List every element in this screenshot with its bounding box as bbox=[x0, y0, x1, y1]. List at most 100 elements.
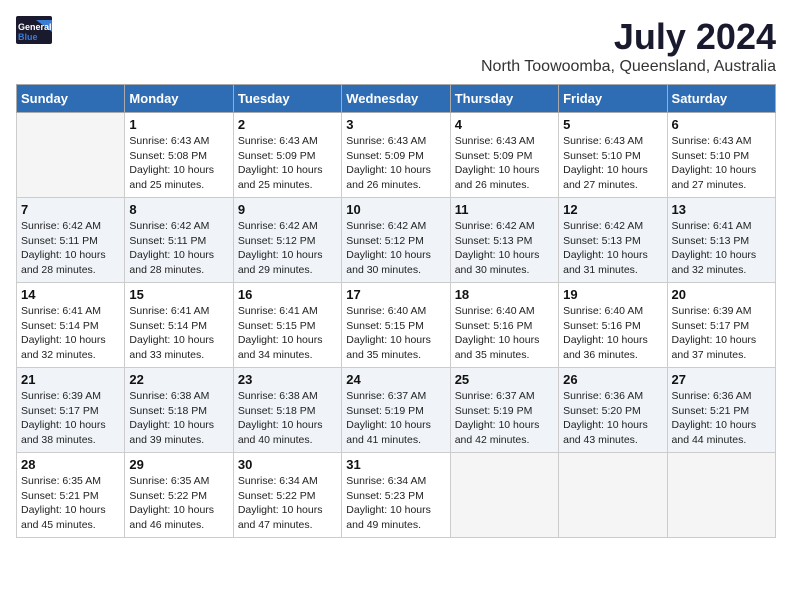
day-info: Sunrise: 6:36 AM Sunset: 5:21 PM Dayligh… bbox=[672, 389, 771, 448]
calendar-cell: 16 Sunrise: 6:41 AM Sunset: 5:15 PM Dayli… bbox=[233, 283, 341, 368]
calendar-week-row: 28 Sunrise: 6:35 AM Sunset: 5:21 PM Dayli… bbox=[17, 453, 776, 538]
day-info: Sunrise: 6:40 AM Sunset: 5:16 PM Dayligh… bbox=[563, 304, 662, 363]
day-number: 1 bbox=[129, 117, 228, 132]
day-number: 24 bbox=[346, 372, 445, 387]
day-number: 22 bbox=[129, 372, 228, 387]
calendar-cell: 8Sunrise: 6:42 AM Sunset: 5:11 PM Daylig… bbox=[125, 198, 233, 283]
day-number: 31 bbox=[346, 457, 445, 472]
calendar-week-row: 1Sunrise: 6:43 AM Sunset: 5:08 PM Daylig… bbox=[17, 113, 776, 198]
day-number: 13 bbox=[672, 202, 771, 217]
day-number: 9 bbox=[238, 202, 337, 217]
day-info: Sunrise: 6:43 AM Sunset: 5:09 PM Dayligh… bbox=[455, 134, 554, 193]
calendar-cell: 11 Sunrise: 6:42 AM Sunset: 5:13 PM Dayli… bbox=[450, 198, 558, 283]
calendar-cell bbox=[667, 453, 775, 538]
day-info: Sunrise: 6:40 AM Sunset: 5:16 PM Dayligh… bbox=[455, 304, 554, 363]
calendar-cell: 23 Sunrise: 6:38 AM Sunset: 5:18 PM Dayli… bbox=[233, 368, 341, 453]
day-info: Sunrise: 6:42 AM Sunset: 5:11 PM Dayligh… bbox=[129, 219, 228, 278]
day-info: Sunrise: 6:43 AM Sunset: 5:09 PM Dayligh… bbox=[238, 134, 337, 193]
day-number: 2 bbox=[238, 117, 337, 132]
day-info: Sunrise: 6:40 AM Sunset: 5:15 PM Dayligh… bbox=[346, 304, 445, 363]
calendar-cell: 10 Sunrise: 6:42 AM Sunset: 5:12 PM Dayli… bbox=[342, 198, 450, 283]
day-info: Sunrise: 6:42 AM Sunset: 5:12 PM Dayligh… bbox=[346, 219, 445, 278]
day-info: Sunrise: 6:34 AM Sunset: 5:23 PM Dayligh… bbox=[346, 474, 445, 533]
calendar-cell: 24Sunrise: 6:37 AM Sunset: 5:19 PM Dayli… bbox=[342, 368, 450, 453]
calendar-cell bbox=[17, 113, 125, 198]
day-number: 16 bbox=[238, 287, 337, 302]
day-info: Sunrise: 6:43 AM Sunset: 5:09 PM Dayligh… bbox=[346, 134, 445, 193]
calendar-cell: 31 Sunrise: 6:34 AM Sunset: 5:23 PM Dayli… bbox=[342, 453, 450, 538]
day-number: 6 bbox=[672, 117, 771, 132]
day-number: 29 bbox=[129, 457, 228, 472]
calendar-cell: 15Sunrise: 6:41 AM Sunset: 5:14 PM Dayli… bbox=[125, 283, 233, 368]
day-number: 21 bbox=[21, 372, 120, 387]
calendar-cell bbox=[559, 453, 667, 538]
day-info: Sunrise: 6:42 AM Sunset: 5:13 PM Dayligh… bbox=[455, 219, 554, 278]
day-of-week-header: Wednesday bbox=[342, 85, 450, 113]
calendar-header-row: SundayMondayTuesdayWednesdayThursdayFrid… bbox=[17, 85, 776, 113]
day-number: 28 bbox=[21, 457, 120, 472]
calendar-cell: 18 Sunrise: 6:40 AM Sunset: 5:16 PM Dayli… bbox=[450, 283, 558, 368]
calendar-cell: 13 Sunrise: 6:41 AM Sunset: 5:13 PM Dayli… bbox=[667, 198, 775, 283]
day-number: 4 bbox=[455, 117, 554, 132]
calendar-cell: 5 Sunrise: 6:43 AM Sunset: 5:10 PM Daylig… bbox=[559, 113, 667, 198]
day-of-week-header: Saturday bbox=[667, 85, 775, 113]
day-number: 11 bbox=[455, 202, 554, 217]
day-info: Sunrise: 6:38 AM Sunset: 5:18 PM Dayligh… bbox=[238, 389, 337, 448]
day-info: Sunrise: 6:43 AM Sunset: 5:10 PM Dayligh… bbox=[672, 134, 771, 193]
svg-text:General: General bbox=[18, 22, 52, 32]
calendar-week-row: 7Sunrise: 6:42 AM Sunset: 5:11 PM Daylig… bbox=[17, 198, 776, 283]
day-number: 25 bbox=[455, 372, 554, 387]
day-number: 18 bbox=[455, 287, 554, 302]
day-info: Sunrise: 6:41 AM Sunset: 5:13 PM Dayligh… bbox=[672, 219, 771, 278]
svg-text:Blue: Blue bbox=[18, 32, 38, 42]
logo-icon: General Blue bbox=[16, 16, 52, 44]
day-info: Sunrise: 6:39 AM Sunset: 5:17 PM Dayligh… bbox=[672, 304, 771, 363]
day-of-week-header: Monday bbox=[125, 85, 233, 113]
month-year-title: July 2024 bbox=[481, 16, 776, 58]
calendar-week-row: 14Sunrise: 6:41 AM Sunset: 5:14 PM Dayli… bbox=[17, 283, 776, 368]
day-of-week-header: Sunday bbox=[17, 85, 125, 113]
calendar-cell: 14Sunrise: 6:41 AM Sunset: 5:14 PM Dayli… bbox=[17, 283, 125, 368]
day-number: 26 bbox=[563, 372, 662, 387]
day-number: 23 bbox=[238, 372, 337, 387]
day-info: Sunrise: 6:35 AM Sunset: 5:21 PM Dayligh… bbox=[21, 474, 120, 533]
day-number: 5 bbox=[563, 117, 662, 132]
day-of-week-header: Tuesday bbox=[233, 85, 341, 113]
day-of-week-header: Thursday bbox=[450, 85, 558, 113]
day-number: 10 bbox=[346, 202, 445, 217]
calendar-cell: 21Sunrise: 6:39 AM Sunset: 5:17 PM Dayli… bbox=[17, 368, 125, 453]
day-number: 12 bbox=[563, 202, 662, 217]
calendar-cell: 6 Sunrise: 6:43 AM Sunset: 5:10 PM Daylig… bbox=[667, 113, 775, 198]
calendar-cell: 4 Sunrise: 6:43 AM Sunset: 5:09 PM Daylig… bbox=[450, 113, 558, 198]
logo: General Blue bbox=[16, 16, 52, 44]
calendar-cell: 17 Sunrise: 6:40 AM Sunset: 5:15 PM Dayli… bbox=[342, 283, 450, 368]
day-info: Sunrise: 6:42 AM Sunset: 5:13 PM Dayligh… bbox=[563, 219, 662, 278]
calendar-cell: 2 Sunrise: 6:43 AM Sunset: 5:09 PM Daylig… bbox=[233, 113, 341, 198]
calendar-cell: 7Sunrise: 6:42 AM Sunset: 5:11 PM Daylig… bbox=[17, 198, 125, 283]
day-number: 19 bbox=[563, 287, 662, 302]
day-info: Sunrise: 6:43 AM Sunset: 5:10 PM Dayligh… bbox=[563, 134, 662, 193]
calendar-cell: 22 Sunrise: 6:38 AM Sunset: 5:18 PM Dayli… bbox=[125, 368, 233, 453]
calendar-week-row: 21Sunrise: 6:39 AM Sunset: 5:17 PM Dayli… bbox=[17, 368, 776, 453]
calendar-cell: 29 Sunrise: 6:35 AM Sunset: 5:22 PM Dayli… bbox=[125, 453, 233, 538]
day-number: 3 bbox=[346, 117, 445, 132]
day-info: Sunrise: 6:34 AM Sunset: 5:22 PM Dayligh… bbox=[238, 474, 337, 533]
calendar-cell: 26Sunrise: 6:36 AM Sunset: 5:20 PM Dayli… bbox=[559, 368, 667, 453]
day-of-week-header: Friday bbox=[559, 85, 667, 113]
calendar-cell: 28 Sunrise: 6:35 AM Sunset: 5:21 PM Dayli… bbox=[17, 453, 125, 538]
calendar-cell: 27Sunrise: 6:36 AM Sunset: 5:21 PM Dayli… bbox=[667, 368, 775, 453]
day-number: 15 bbox=[129, 287, 228, 302]
day-info: Sunrise: 6:42 AM Sunset: 5:11 PM Dayligh… bbox=[21, 219, 120, 278]
calendar-cell: 30Sunrise: 6:34 AM Sunset: 5:22 PM Dayli… bbox=[233, 453, 341, 538]
day-info: Sunrise: 6:35 AM Sunset: 5:22 PM Dayligh… bbox=[129, 474, 228, 533]
day-info: Sunrise: 6:37 AM Sunset: 5:19 PM Dayligh… bbox=[455, 389, 554, 448]
day-info: Sunrise: 6:38 AM Sunset: 5:18 PM Dayligh… bbox=[129, 389, 228, 448]
location-subtitle: North Toowoomba, Queensland, Australia bbox=[481, 58, 776, 76]
day-number: 17 bbox=[346, 287, 445, 302]
calendar-cell bbox=[450, 453, 558, 538]
title-area: July 2024 North Toowoomba, Queensland, A… bbox=[481, 16, 776, 76]
calendar-table: SundayMondayTuesdayWednesdayThursdayFrid… bbox=[16, 84, 776, 538]
calendar-cell: 19 Sunrise: 6:40 AM Sunset: 5:16 PM Dayli… bbox=[559, 283, 667, 368]
day-info: Sunrise: 6:41 AM Sunset: 5:15 PM Dayligh… bbox=[238, 304, 337, 363]
day-number: 20 bbox=[672, 287, 771, 302]
